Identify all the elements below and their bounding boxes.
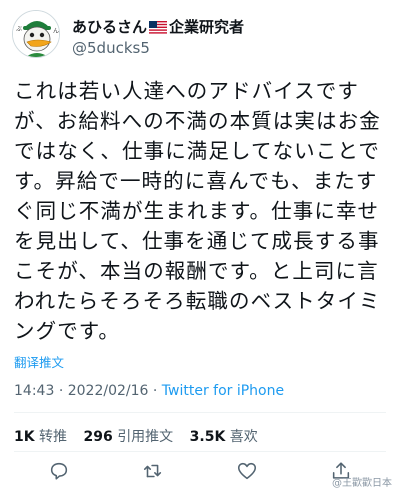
retweet-button[interactable] (142, 460, 168, 486)
tweet-header: ぶ ん あひるさん 企業研究者 @5ducks5 (12, 10, 388, 60)
divider (14, 451, 386, 452)
quotes-stat[interactable]: 296 引用推文 (84, 429, 174, 445)
retweets-count: 1K (14, 429, 35, 445)
reply-button[interactable] (48, 460, 74, 486)
tweet: ぶ ん あひるさん 企業研究者 @5ducks5 これは若い人達へのアドバイスです… (0, 0, 400, 493)
retweets-stat[interactable]: 1K 转推 (14, 429, 67, 445)
tweet-text: これは若い人達へのアドバイスです が、お給料への不満の本質は実はお金 ではなく、… (14, 79, 381, 343)
tweet-stats: 1K 转推 296 引用推文 3.5K 喜欢 (14, 426, 270, 446)
likes-count: 3.5K (189, 429, 226, 445)
quotes-label: 引用推文 (117, 429, 174, 445)
reply-icon (50, 462, 68, 480)
tweet-source-link[interactable]: Twitter for iPhone (162, 383, 284, 399)
quotes-count: 296 (83, 429, 113, 445)
svg-text:ぶ: ぶ (16, 26, 22, 33)
name-suffix: 企業研究者 (169, 18, 245, 36)
divider (14, 412, 386, 413)
svg-text:ん: ん (53, 28, 59, 35)
watermark: @王歡歡日本 (332, 478, 392, 489)
like-icon (237, 462, 257, 480)
tweet-date[interactable]: 2022/02/16 (68, 383, 149, 399)
display-name: あひるさん (72, 18, 148, 36)
meta-separator: · (152, 383, 158, 399)
meta-separator: · (58, 383, 64, 399)
tweet-time[interactable]: 14:43 (14, 383, 54, 399)
likes-label: 喜欢 (229, 429, 258, 445)
author-name[interactable]: あひるさん 企業研究者 (72, 16, 244, 38)
duck-avatar-icon: ぶ ん (13, 11, 59, 57)
us-flag-icon (149, 20, 168, 38)
retweets-label: 转推 (39, 429, 68, 445)
avatar[interactable]: ぶ ん (12, 10, 60, 58)
tweet-meta: 14:43 · 2022/02/16 · Twitter for iPhone (14, 383, 284, 399)
likes-stat[interactable]: 3.5K 喜欢 (190, 429, 258, 445)
retweet-icon (143, 464, 162, 478)
translate-tweet-link[interactable]: 翻译推文 (14, 352, 64, 371)
author-handle[interactable]: @5ducks5 (72, 39, 150, 57)
like-button[interactable] (236, 460, 262, 486)
